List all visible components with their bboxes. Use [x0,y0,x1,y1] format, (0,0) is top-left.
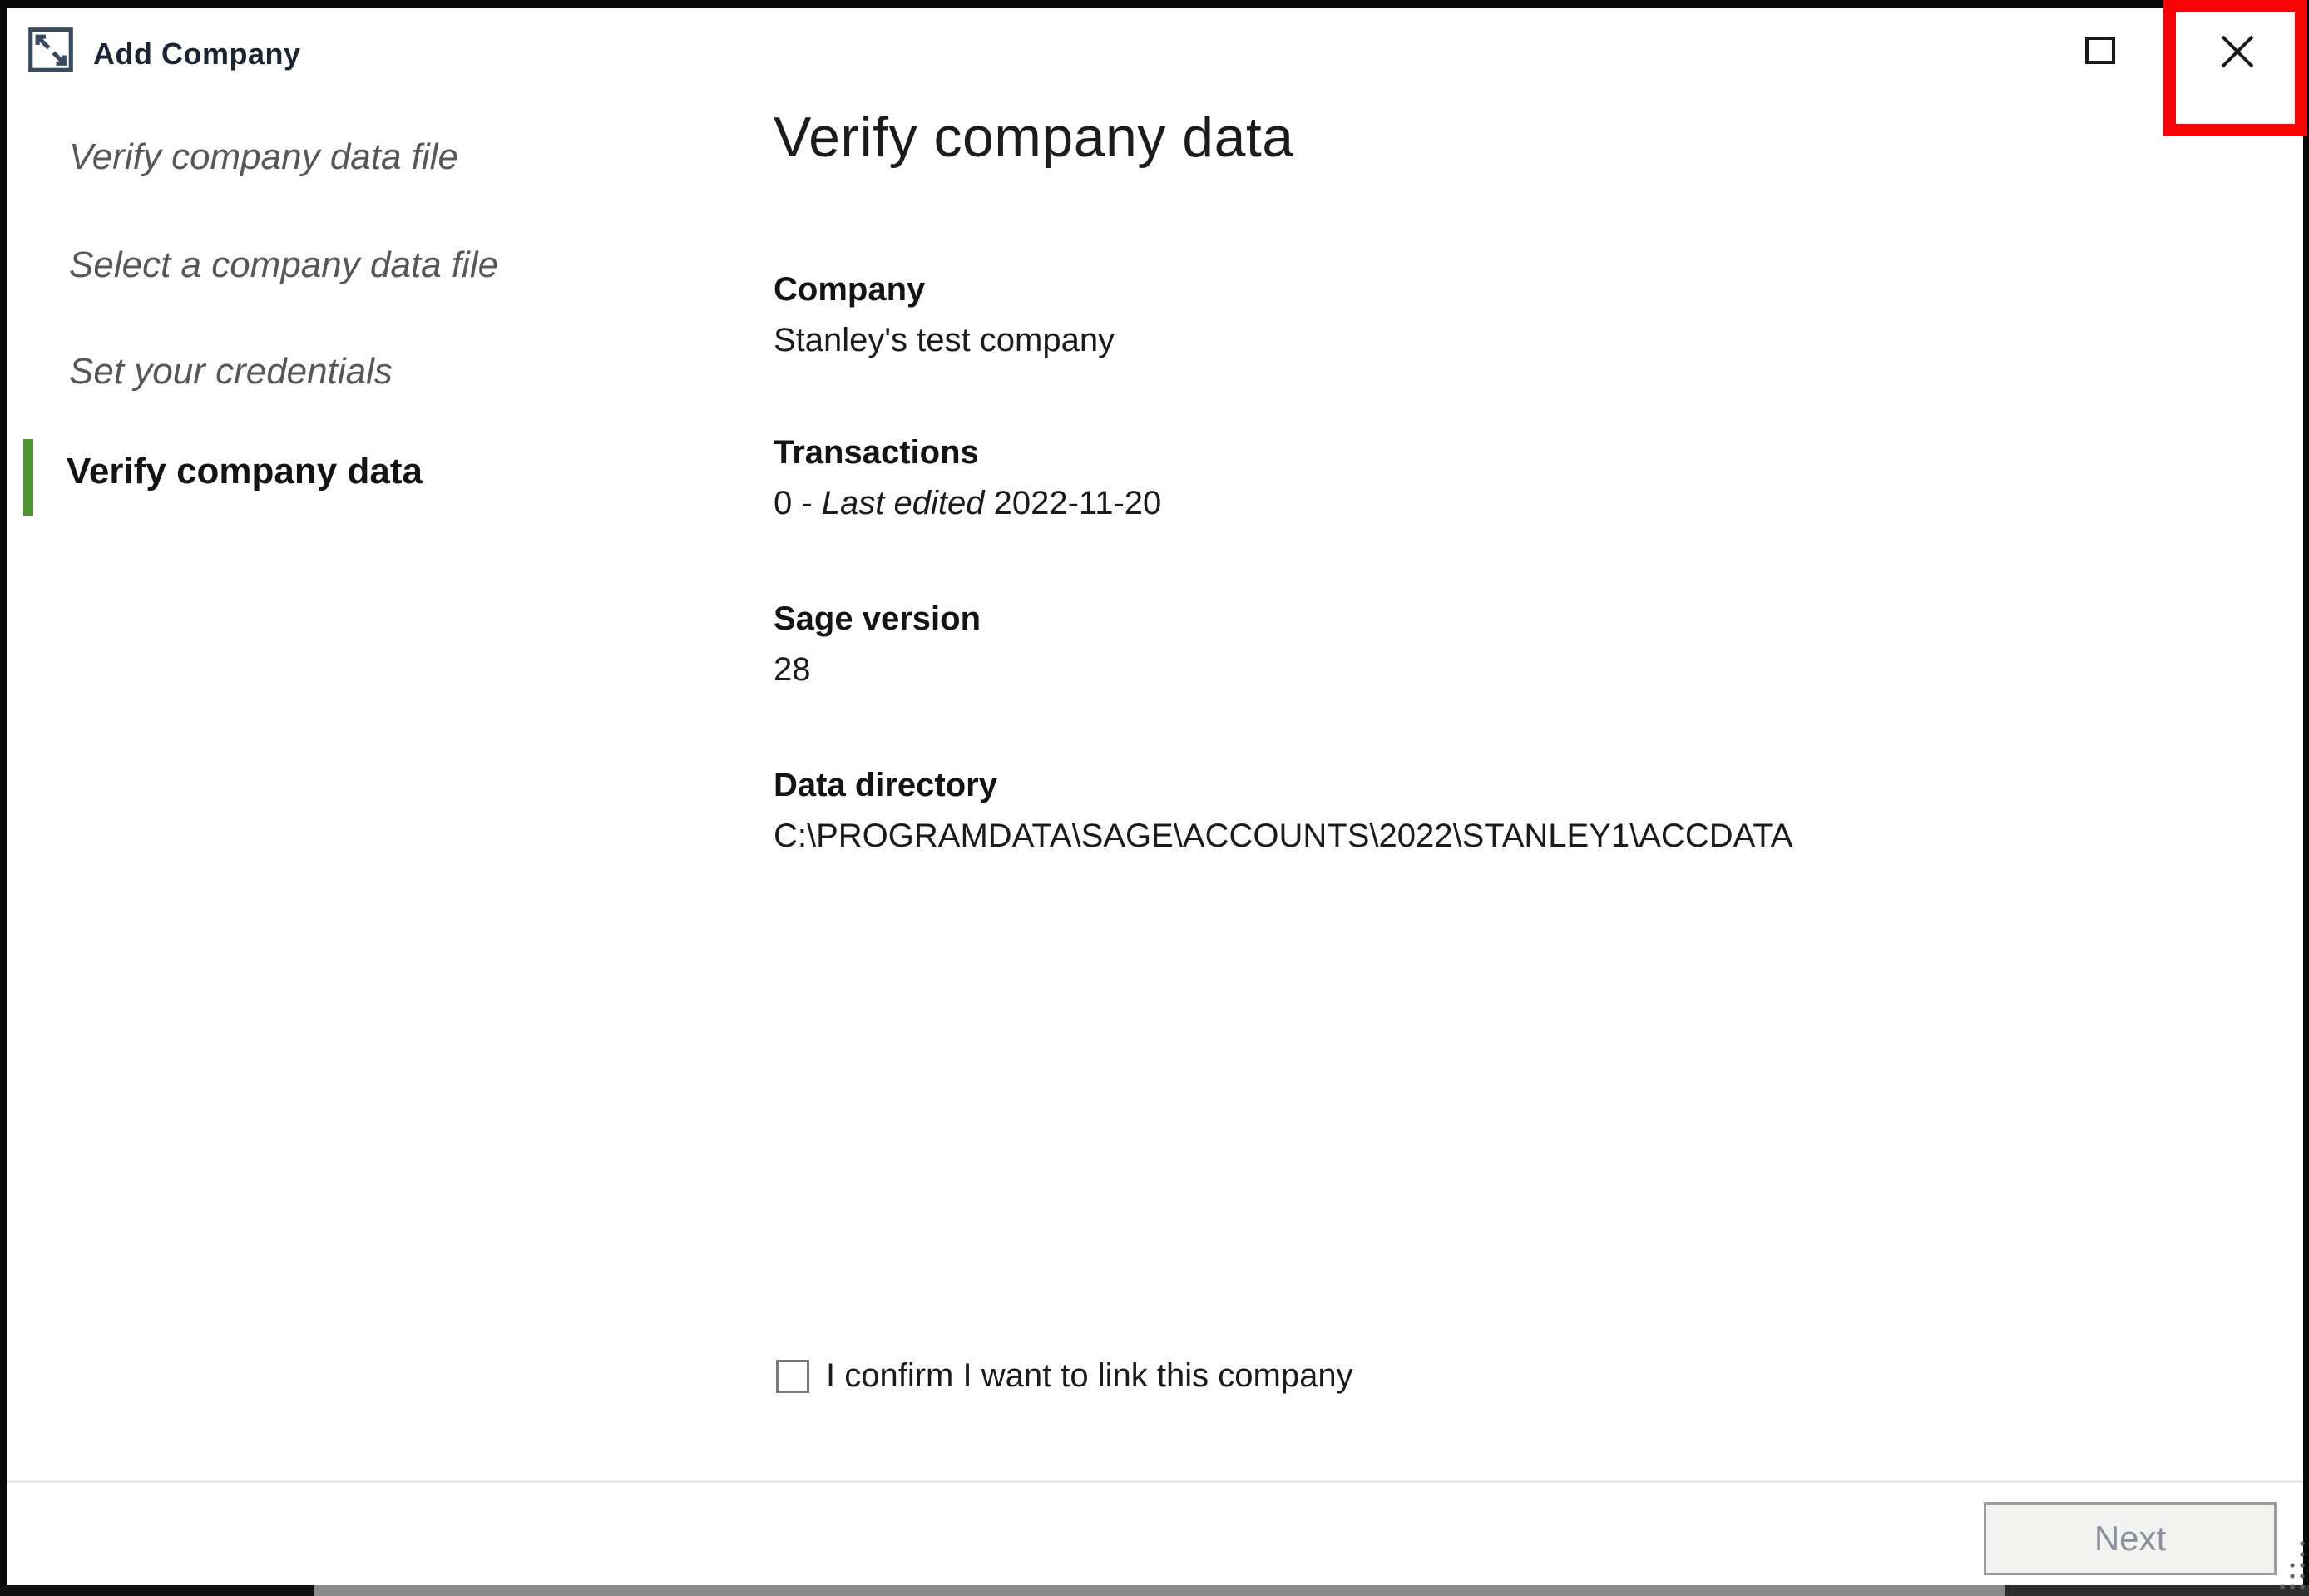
footer-divider [7,1480,2303,1483]
window-border-right [2303,0,2309,1596]
sidebar-step-select-a-company-data-file[interactable]: Select a company data file [69,245,498,286]
resize-grip[interactable] [2274,1539,2307,1590]
next-button[interactable]: Next [1984,1502,2277,1575]
window-border-top [0,0,2309,8]
sidebar-step-verify-company-data[interactable]: Verify company data [67,451,423,492]
add-company-app-icon [27,27,74,73]
bottom-border-gray-segment [314,1585,2005,1596]
bottom-border-black-segment [0,1585,314,1596]
data-directory-label: Data directory [774,767,1792,804]
active-step-indicator [23,439,33,516]
last-edited-date: 2022-11-20 [985,485,1162,521]
sidebar-step-verify-company-data-file[interactable]: Verify company data file [69,136,458,178]
window-title: Add Company [93,37,301,72]
window-border-bottom [0,1585,2309,1596]
confirm-link-row: I confirm I want to link this company [776,1357,1353,1395]
transactions-value: 0 - Last edited 2022-11-20 [774,485,1161,522]
field-transactions: Transactions 0 - Last edited 2022-11-20 [774,434,1161,522]
window-border-left [0,0,7,1596]
field-sage-version: Sage version 28 [774,600,981,689]
company-label: Company [774,271,1115,309]
sage-version-value: 28 [774,651,981,689]
field-data-directory: Data directory C:\PROGRAMDATA\SAGE\ACCOU… [774,767,1792,855]
bottom-border-dark-segment [2005,1585,2309,1596]
transactions-label: Transactions [774,434,1161,472]
maximize-button[interactable] [2085,37,2115,64]
red-annotation-rectangle [2163,0,2307,136]
sage-version-label: Sage version [774,600,981,638]
transactions-count: 0 - [774,485,822,521]
sidebar-step-set-your-credentials[interactable]: Set your credentials [69,351,393,393]
last-edited-text: Last edited [822,485,985,521]
confirm-link-label[interactable]: I confirm I want to link this company [826,1357,1353,1395]
field-company: Company Stanley's test company [774,271,1115,359]
minimize-button[interactable] [1930,17,2013,83]
data-directory-value: C:\PROGRAMDATA\SAGE\ACCOUNTS\2022\STANLE… [774,818,1792,855]
page-title: Verify company data [774,105,1294,170]
company-value: Stanley's test company [774,322,1115,359]
confirm-link-checkbox[interactable] [776,1360,809,1393]
